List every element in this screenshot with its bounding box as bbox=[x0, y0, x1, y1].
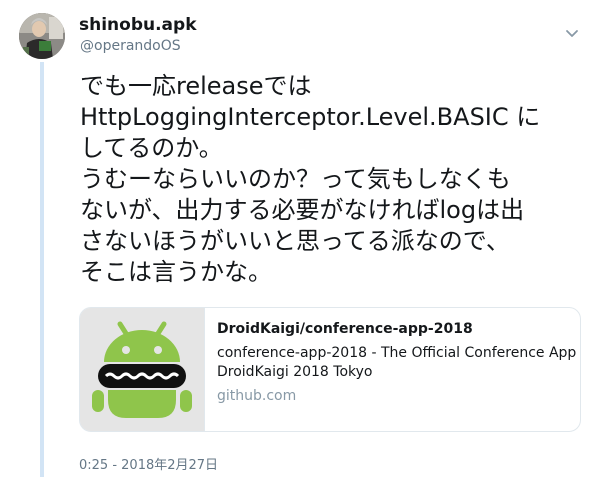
tweet-text-line: してるのか。 bbox=[80, 134, 223, 162]
avatar-photo bbox=[19, 13, 65, 59]
card-description-line: DroidKaigi 2018 Tokyo bbox=[217, 364, 373, 380]
chevron-down-icon bbox=[566, 30, 578, 37]
card-domain: github.com bbox=[217, 388, 297, 404]
android-robot-icon bbox=[80, 308, 204, 431]
tweet-text-line: そこは言うかな。 bbox=[80, 258, 272, 286]
author-display-name[interactable]: shinobu.apk bbox=[79, 15, 197, 35]
tweet-text-line: うむーならいいのか？って気もしなくも bbox=[80, 165, 511, 193]
tweet-timestamp[interactable]: 0:25 - 2018年2月27日 bbox=[79, 454, 218, 473]
author-handle[interactable]: @operandoOS bbox=[80, 38, 181, 54]
thread-line bbox=[40, 62, 44, 477]
card-body: DroidKaigi/conference-app-2018 conferenc… bbox=[217, 320, 581, 406]
card-thumbnail bbox=[80, 308, 205, 431]
card-title: DroidKaigi/conference-app-2018 bbox=[217, 321, 473, 337]
avatar[interactable] bbox=[19, 13, 65, 59]
tweet-text-line: ないが、出力する必要がなければlogは出 bbox=[80, 196, 525, 224]
more-options-button[interactable] bbox=[561, 22, 583, 44]
card-description: conference-app-2018 - The Official Confe… bbox=[217, 344, 581, 382]
link-card[interactable]: DroidKaigi/conference-app-2018 conferenc… bbox=[79, 307, 581, 432]
tweet-text-line: でも一応releaseでは bbox=[80, 72, 312, 100]
tweet-text: でも一応releaseでは HttpLoggingInterceptor.Lev… bbox=[80, 71, 585, 288]
tweet-text-line: さないほうがいいと思ってる派なので、 bbox=[80, 227, 510, 255]
card-description-line: conference-app-2018 - The Official Confe… bbox=[217, 345, 581, 361]
tweet-text-line: HttpLoggingInterceptor.Level.BASIC に bbox=[80, 103, 541, 131]
